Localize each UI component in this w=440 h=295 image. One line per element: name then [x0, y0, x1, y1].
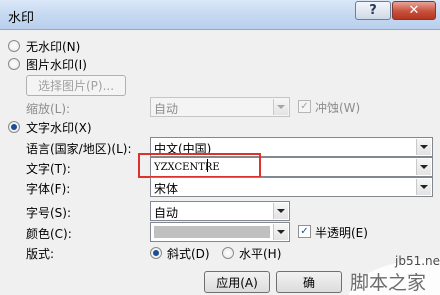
text-label: 文字(T):	[26, 162, 71, 176]
select-picture-label: 选择图片(P)...	[37, 79, 115, 93]
no-watermark-label[interactable]: 无水印(N)	[26, 38, 80, 55]
chevron-down-icon	[273, 203, 288, 219]
apply-button[interactable]: 应用(A)	[204, 271, 270, 293]
diagonal-label[interactable]: 斜式(D)	[167, 245, 210, 262]
font-label: 字体(F):	[26, 182, 71, 196]
size-select[interactable]: 自动	[150, 201, 290, 221]
window-title: 水印	[8, 11, 35, 26]
scale-value: 自动	[154, 102, 179, 116]
scale-select[interactable]: 自动	[150, 97, 290, 117]
washout-checkbox[interactable]: ✓	[298, 100, 311, 113]
diagonal-radio[interactable]	[150, 247, 162, 259]
select-picture-button[interactable]: 选择图片(P)...	[26, 75, 126, 96]
font-select[interactable]: 宋体	[150, 177, 433, 197]
picture-watermark-radio[interactable]	[8, 58, 20, 70]
font-value: 宋体	[154, 182, 179, 196]
ok-button-label: 确	[303, 275, 316, 290]
chevron-down-icon	[416, 159, 431, 175]
site-brand-logo: 脚本之家	[350, 272, 427, 294]
picture-watermark-label[interactable]: 图片水印(I)	[26, 56, 87, 73]
text-highlight-box	[138, 153, 261, 178]
scale-label: 缩放(L):	[26, 102, 71, 116]
chevron-down-icon	[416, 179, 431, 195]
language-label: 语言(国家/地区)(L):	[26, 142, 132, 156]
semitransparent-checkbox[interactable]: ✓	[298, 225, 311, 238]
apply-button-label: 应用(A)	[216, 275, 258, 290]
chevron-down-icon	[416, 139, 431, 155]
help-icon: ?	[369, 3, 377, 18]
text-caret	[207, 159, 208, 172]
help-button[interactable]: ?	[355, 1, 391, 20]
color-swatch	[154, 226, 270, 238]
color-label: 颜色(C):	[26, 227, 72, 241]
title-bar: 水印 ? ✕	[0, 0, 440, 30]
site-url-text: jb51.net	[395, 254, 440, 268]
horizontal-label[interactable]: 水平(H)	[239, 245, 281, 262]
horizontal-radio[interactable]	[222, 247, 234, 259]
size-label: 字号(S):	[26, 206, 72, 220]
semitransparent-label: 半透明(E)	[315, 226, 368, 240]
color-select[interactable]	[150, 222, 290, 242]
no-watermark-radio[interactable]	[8, 40, 20, 52]
text-watermark-radio[interactable]	[8, 121, 20, 133]
text-watermark-label[interactable]: 文字水印(X)	[26, 119, 92, 136]
layout-label: 版式:	[26, 247, 55, 261]
chevron-down-icon	[273, 224, 288, 240]
close-icon: ✕	[408, 3, 420, 18]
chevron-down-icon	[273, 99, 288, 115]
washout-label: 冲蚀(W)	[315, 101, 361, 115]
close-button[interactable]: ✕	[392, 1, 436, 20]
size-value: 自动	[154, 206, 179, 220]
